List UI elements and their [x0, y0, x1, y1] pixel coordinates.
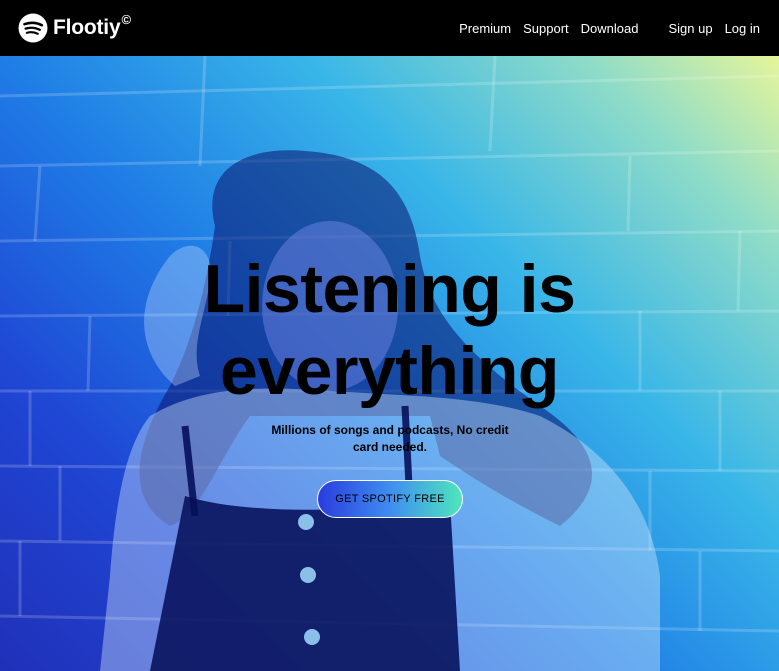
brand-name: Flootiy — [53, 16, 121, 39]
hero-headline-line-1: Listening is — [203, 251, 576, 327]
hero-subtitle: Millions of songs and podcasts, No credi… — [270, 422, 510, 456]
nav-download[interactable]: Download — [581, 21, 639, 36]
copyright-mark: © — [121, 11, 132, 27]
brand-logo-link[interactable]: Flootiy © — [18, 11, 132, 43]
sound-waves-logo-icon — [18, 13, 48, 43]
nav-log-in[interactable]: Log in — [725, 21, 760, 36]
nav-support[interactable]: Support — [523, 21, 569, 36]
hero-section: Listening is everything Millions of song… — [0, 56, 779, 671]
hero-headline-line-2: everything — [220, 333, 559, 409]
nav-premium[interactable]: Premium — [459, 21, 511, 36]
hero-headline: Listening is everything — [150, 248, 629, 412]
main-nav: Premium Support Download Sign up Log in — [459, 21, 760, 36]
hero-content: Listening is everything Millions of song… — [0, 56, 779, 671]
top-navbar: Flootiy © Premium Support Download Sign … — [0, 0, 779, 56]
hero-subtitle-line-2: card needed. — [352, 440, 428, 454]
get-free-button[interactable]: GET SPOTIFY FREE — [317, 480, 463, 518]
nav-sign-up[interactable]: Sign up — [668, 21, 712, 36]
hero-subtitle-line-1: Millions of songs and podcasts, No credi… — [271, 423, 509, 437]
